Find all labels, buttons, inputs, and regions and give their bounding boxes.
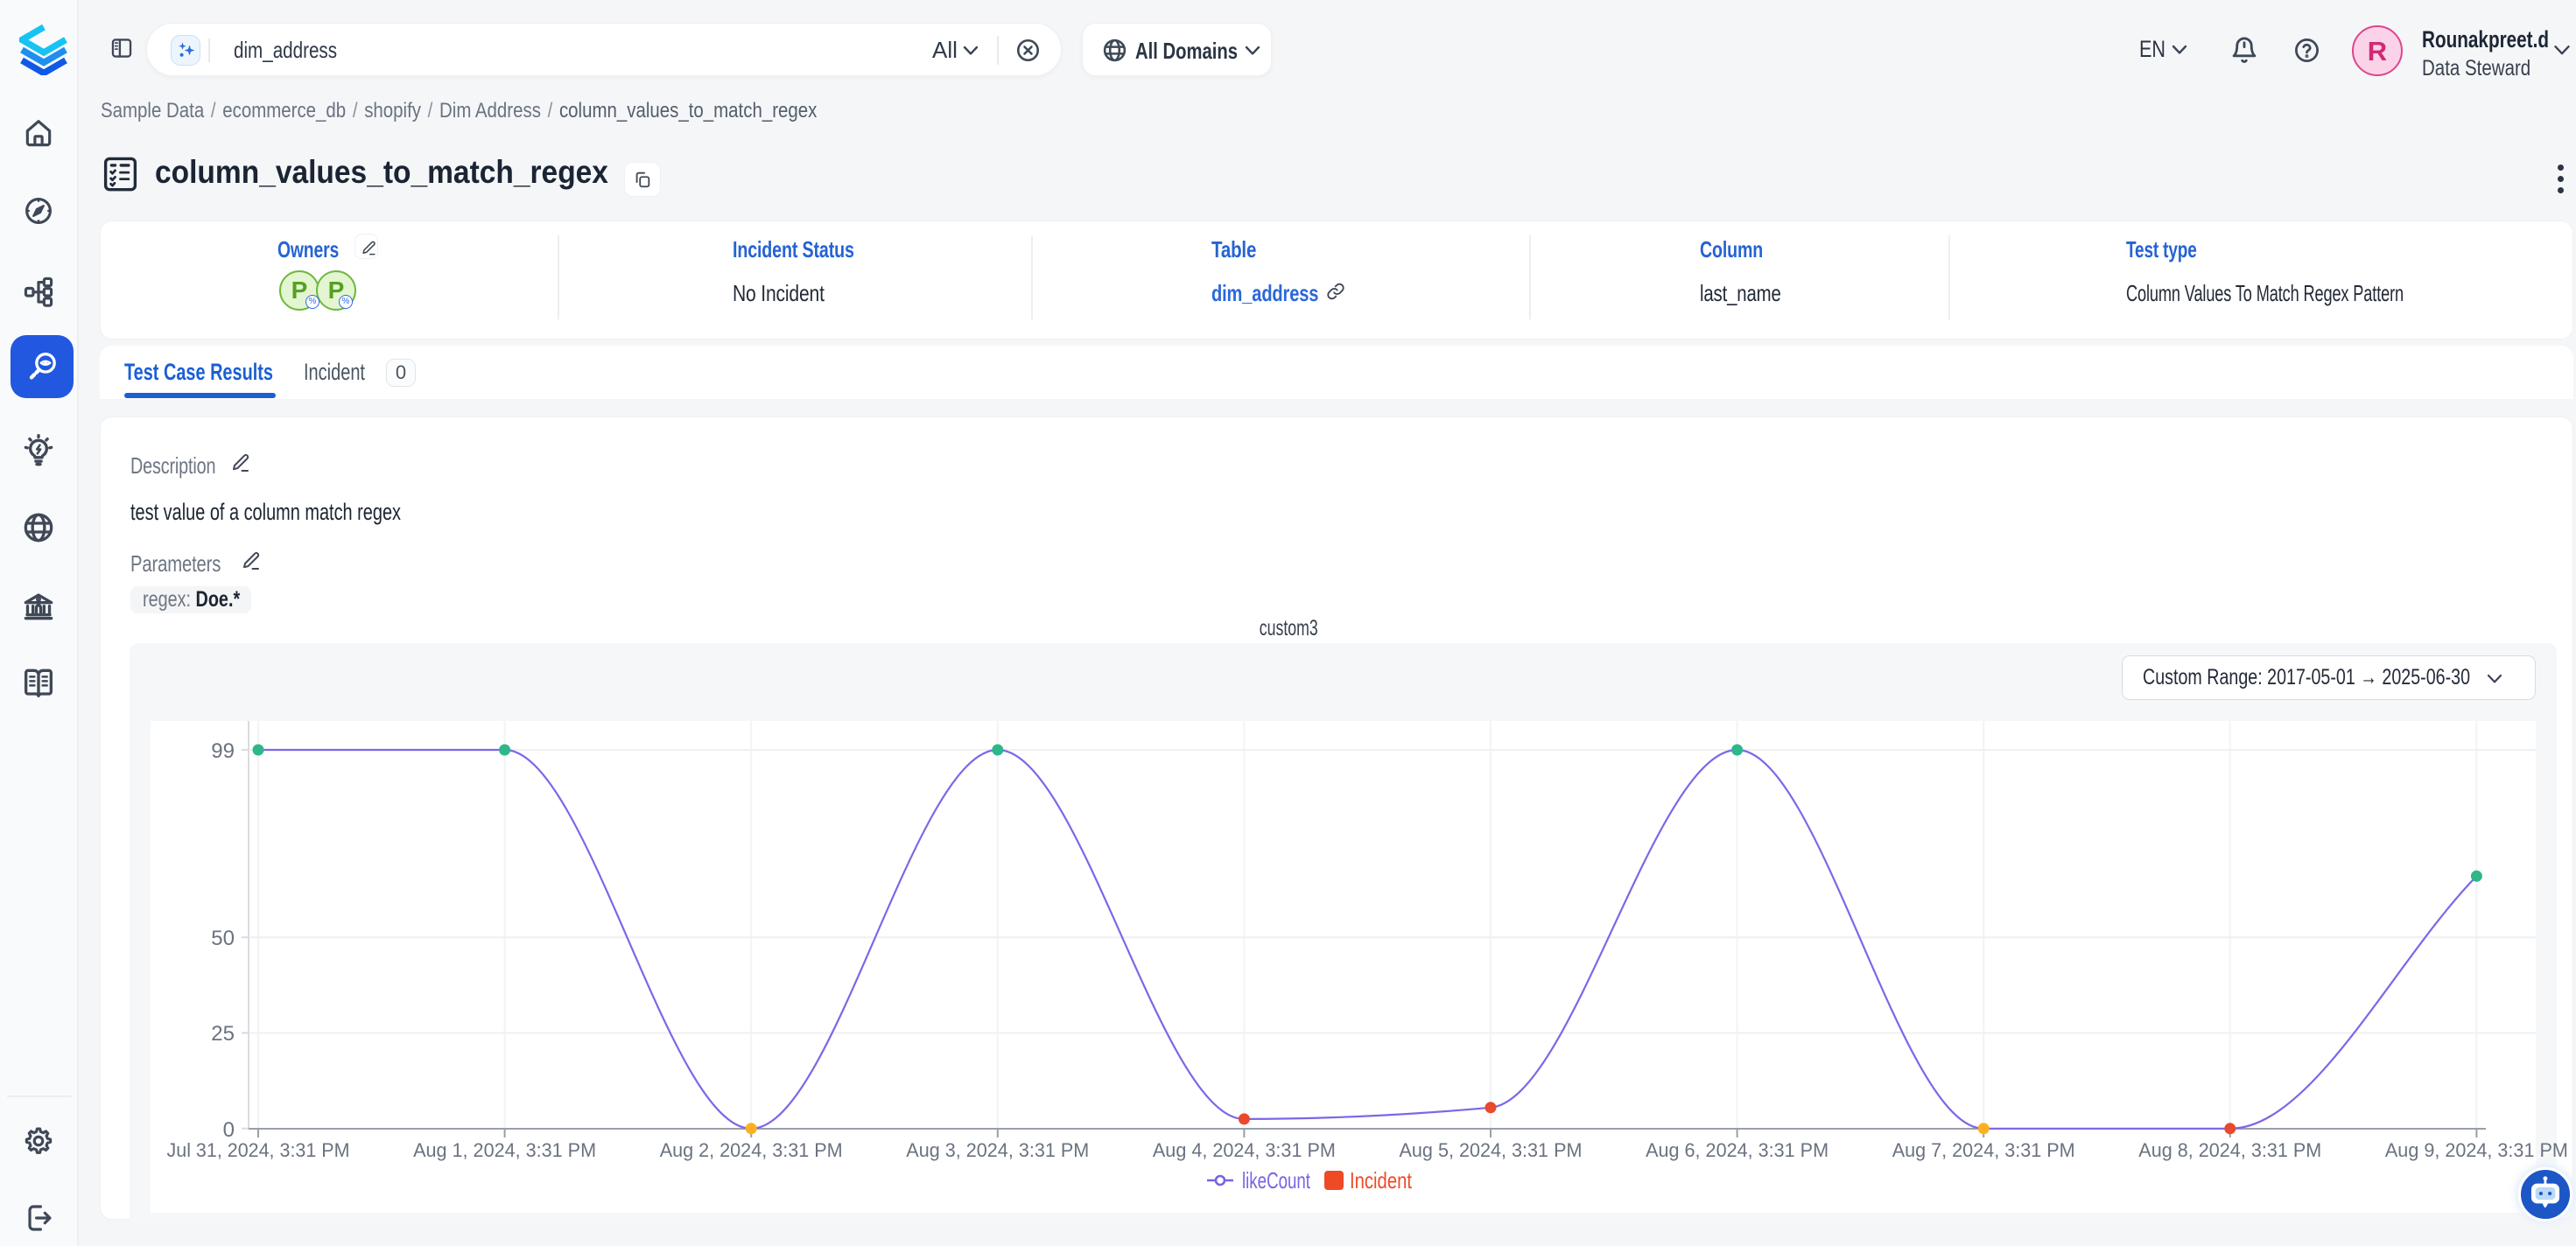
svg-text:25: 25: [211, 1022, 235, 1046]
svg-text:Aug 3, 2024, 3:31 PM: Aug 3, 2024, 3:31 PM: [906, 1139, 1089, 1161]
svg-text:Aug 9, 2024, 3:31 PM: Aug 9, 2024, 3:31 PM: [2385, 1139, 2568, 1161]
svg-text:Aug 6, 2024, 3:31 PM: Aug 6, 2024, 3:31 PM: [1646, 1139, 1828, 1161]
svg-text:Aug 4, 2024, 3:31 PM: Aug 4, 2024, 3:31 PM: [1153, 1139, 1336, 1161]
svg-text:99: 99: [211, 739, 235, 763]
svg-text:50: 50: [211, 927, 235, 950]
svg-text:Aug 1, 2024, 3:31 PM: Aug 1, 2024, 3:31 PM: [413, 1139, 596, 1161]
svg-text:Aug 8, 2024, 3:31 PM: Aug 8, 2024, 3:31 PM: [2138, 1139, 2321, 1161]
svg-text:likeCount: likeCount: [1242, 1167, 1311, 1194]
svg-text:0: 0: [223, 1118, 235, 1142]
svg-text:Incident: Incident: [1350, 1167, 1413, 1194]
svg-text:Jul 31, 2024, 3:31 PM: Jul 31, 2024, 3:31 PM: [167, 1139, 350, 1161]
svg-text:Aug 5, 2024, 3:31 PM: Aug 5, 2024, 3:31 PM: [1400, 1139, 1583, 1161]
svg-text:Aug 7, 2024, 3:31 PM: Aug 7, 2024, 3:31 PM: [1892, 1139, 2075, 1161]
svg-text:Aug 2, 2024, 3:31 PM: Aug 2, 2024, 3:31 PM: [660, 1139, 843, 1161]
